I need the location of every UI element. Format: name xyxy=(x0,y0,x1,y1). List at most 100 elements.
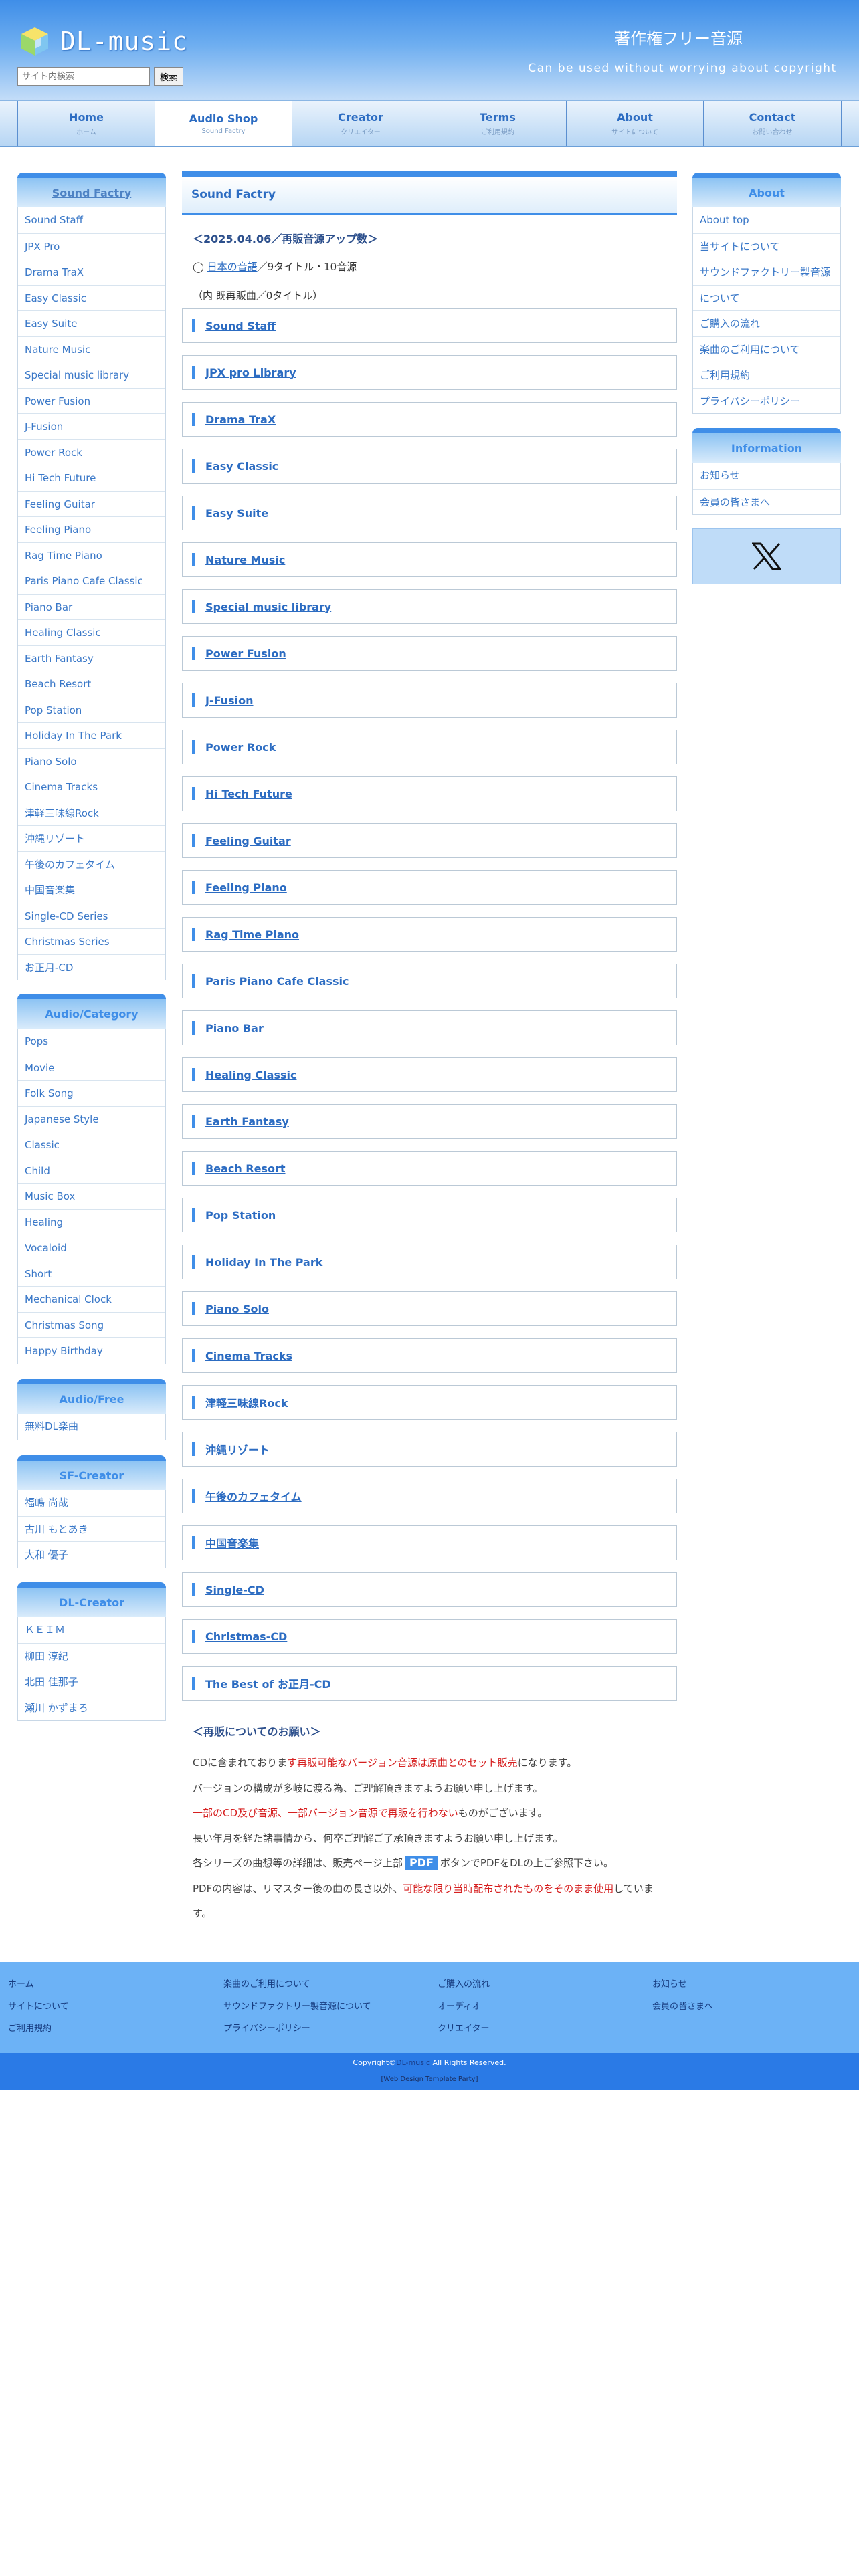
nav-audio-shop[interactable]: Audio Shop Sound Factry xyxy=(155,101,292,146)
category-link-christmas-cd[interactable]: Christmas-CD xyxy=(205,1630,287,1643)
sidebar-item-earth-fantasy[interactable]: Earth Fantasy xyxy=(18,645,165,671)
sidebar-item-christmas-series[interactable]: Christmas Series xyxy=(18,928,165,954)
footer-link-item-1[interactable]: オーディオ xyxy=(438,1999,490,2012)
sidebar-item-pops[interactable]: Pops xyxy=(18,1029,165,1055)
category-link-pop-station[interactable]: Pop Station xyxy=(205,1209,276,1222)
sidebar-item-item-5[interactable]: 楽曲のご利用について xyxy=(693,336,840,362)
sidebar-item-easy-suite[interactable]: Easy Suite xyxy=(18,310,165,336)
template-credit[interactable]: [Web Design Template Party] xyxy=(0,2076,859,2083)
category-link-hi-tech-future[interactable]: Hi Tech Future xyxy=(205,788,292,800)
sidebar-item-pop-station[interactable]: Pop Station xyxy=(18,696,165,723)
sidebar-item-cinema-tracks[interactable]: Cinema Tracks xyxy=(18,774,165,800)
sidebar-item-item-2[interactable]: サウンドファクトリー製音源 xyxy=(693,259,840,285)
sidebar-item-feeling-guitar[interactable]: Feeling Guitar xyxy=(18,490,165,517)
sidebar-item-item-3[interactable]: 瀬川 かずまろ xyxy=(18,1694,165,1721)
sidebar-item-item-1[interactable]: 柳田 淳紀 xyxy=(18,1642,165,1669)
sidebar-item-vocaloid[interactable]: Vocaloid xyxy=(18,1235,165,1261)
sidebar-item-about-top[interactable]: About top xyxy=(693,207,840,233)
category-link-power-rock[interactable]: Power Rock xyxy=(205,741,276,754)
category-link-feeling-guitar[interactable]: Feeling Guitar xyxy=(205,835,291,847)
footer-link-item-2[interactable]: ご利用規約 xyxy=(8,2021,69,2034)
category-link-jpx-pro-library[interactable]: JPX pro Library xyxy=(205,366,296,379)
category-link-single-cd[interactable]: Single-CD xyxy=(205,1584,264,1596)
category-link-sound-staff[interactable]: Sound Staff xyxy=(205,320,276,332)
sidebar-item-power-fusion[interactable]: Power Fusion xyxy=(18,387,165,414)
category-link-special-music-library[interactable]: Special music library xyxy=(205,601,331,613)
category-link-paris-piano-cafe-classic[interactable]: Paris Piano Cafe Classic xyxy=(205,975,349,988)
category-link-cinema-tracks[interactable]: Cinema Tracks xyxy=(205,1350,292,1362)
sidebar-item-item-7[interactable]: プライバシーポリシー xyxy=(693,387,840,414)
sidebar-item-jpx-pro[interactable]: JPX Pro xyxy=(18,233,165,259)
category-link-the-best-of-cd[interactable]: The Best of お正月-CD xyxy=(205,1675,331,1691)
footer-link-item-2[interactable]: クリエイター xyxy=(438,2021,490,2034)
news-link[interactable]: 日本の音語 xyxy=(207,261,258,273)
sidebar-item-rock[interactable]: 津軽三味線Rock xyxy=(18,799,165,826)
sidebar-item-healing-classic[interactable]: Healing Classic xyxy=(18,619,165,645)
category-link-24[interactable]: 沖縄リゾート xyxy=(205,1441,270,1457)
category-link-rock[interactable]: 津軽三味線Rock xyxy=(205,1394,288,1410)
sidebar-item-easy-classic[interactable]: Easy Classic xyxy=(18,284,165,311)
sidebar-item-movie[interactable]: Movie xyxy=(18,1054,165,1081)
sidebar-item-item-3[interactable]: について xyxy=(693,284,840,311)
sidebar-item-item-1[interactable]: 当サイトについて xyxy=(693,233,840,259)
copyright-brand-link[interactable]: DL-music xyxy=(396,2058,430,2067)
sidebar-item-item-0[interactable]: 福嶋 尚哉 xyxy=(18,1490,165,1516)
footer-link-item-0[interactable]: ホーム xyxy=(8,1977,69,1990)
category-link-easy-suite[interactable]: Easy Suite xyxy=(205,507,268,520)
sidebar-item-item-4[interactable]: ご購入の流れ xyxy=(693,310,840,336)
category-link-power-fusion[interactable]: Power Fusion xyxy=(205,647,286,660)
sidebar-item-special-music-library[interactable]: Special music library xyxy=(18,362,165,388)
category-link-easy-classic[interactable]: Easy Classic xyxy=(205,460,278,473)
footer-link-item-0[interactable]: 楽曲のご利用について xyxy=(223,1977,371,1990)
sidebar-item-item-2[interactable]: 大和 優子 xyxy=(18,1541,165,1568)
sidebar-item-nature-music[interactable]: Nature Music xyxy=(18,336,165,362)
category-link-piano-solo[interactable]: Piano Solo xyxy=(205,1303,269,1315)
footer-link-item-0[interactable]: お知らせ xyxy=(652,1977,713,1990)
sidebar-item-happy-birthday[interactable]: Happy Birthday xyxy=(18,1337,165,1364)
sidebar-item-paris-piano-cafe-classic[interactable]: Paris Piano Cafe Classic xyxy=(18,568,165,594)
sidebar-item-item-0[interactable]: ＫＥＩＭ xyxy=(18,1617,165,1643)
category-link-j-fusion[interactable]: J-Fusion xyxy=(205,694,254,707)
footer-link-item-1[interactable]: サイトについて xyxy=(8,1999,69,2012)
sidebar-item-item-1[interactable]: 古川 もとあき xyxy=(18,1515,165,1542)
category-link-healing-classic[interactable]: Healing Classic xyxy=(205,1069,296,1081)
sidebar-item-mechanical-clock[interactable]: Mechanical Clock xyxy=(18,1286,165,1312)
footer-link-item-0[interactable]: ご購入の流れ xyxy=(438,1977,490,1990)
sidebar-item-classic[interactable]: Classic xyxy=(18,1132,165,1158)
category-link-feeling-piano[interactable]: Feeling Piano xyxy=(205,881,287,894)
nav-contact[interactable]: Contact お問い合わせ xyxy=(703,101,842,146)
category-link-earth-fantasy[interactable]: Earth Fantasy xyxy=(205,1115,289,1128)
category-link-holiday-in-the-park[interactable]: Holiday In The Park xyxy=(205,1256,322,1269)
sidebar-item-rag-time-piano[interactable]: Rag Time Piano xyxy=(18,542,165,568)
nav-home[interactable]: Home ホーム xyxy=(17,101,155,146)
search-button[interactable]: 検索 xyxy=(154,67,184,86)
sidebar-item-music-box[interactable]: Music Box xyxy=(18,1183,165,1209)
sidebar-item-christmas-song[interactable]: Christmas Song xyxy=(18,1311,165,1338)
category-link-25[interactable]: 午後のカフェタイム xyxy=(205,1488,302,1504)
sidebar-item-item-24[interactable]: 沖縄リゾート xyxy=(18,825,165,851)
sidebar-item-beach-resort[interactable]: Beach Resort xyxy=(18,671,165,697)
sidebar-item-japanese-style[interactable]: Japanese Style xyxy=(18,1105,165,1132)
sidebar-item-holiday-in-the-park[interactable]: Holiday In The Park xyxy=(18,722,165,748)
sidebar-item-item-0[interactable]: お知らせ xyxy=(693,463,840,489)
search-input[interactable] xyxy=(17,67,150,86)
sidebar-item-item-6[interactable]: ご利用規約 xyxy=(693,362,840,388)
sidebar-heading-sound-factry[interactable]: Sound Factry xyxy=(17,173,166,207)
sidebar-item-drama-trax[interactable]: Drama TraX xyxy=(18,259,165,285)
sidebar-item-feeling-piano[interactable]: Feeling Piano xyxy=(18,516,165,542)
sidebar-item-item-1[interactable]: 会員の皆さまへ xyxy=(693,488,840,515)
sidebar-item-folk-song[interactable]: Folk Song xyxy=(18,1080,165,1106)
category-link-rag-time-piano[interactable]: Rag Time Piano xyxy=(205,928,299,941)
category-link-26[interactable]: 中国音楽集 xyxy=(205,1535,259,1551)
x-social-link[interactable] xyxy=(692,528,841,584)
category-link-drama-trax[interactable]: Drama TraX xyxy=(205,413,276,426)
sidebar-item-short[interactable]: Short xyxy=(18,1260,165,1287)
sidebar-item-child[interactable]: Child xyxy=(18,1157,165,1184)
sidebar-item-healing[interactable]: Healing xyxy=(18,1208,165,1235)
sidebar-item-piano-bar[interactable]: Piano Bar xyxy=(18,593,165,620)
sidebar-item-cd[interactable]: お正月-CD xyxy=(18,954,165,980)
sidebar-item-j-fusion[interactable]: J-Fusion xyxy=(18,413,165,439)
site-logo[interactable]: DL-music xyxy=(17,23,188,60)
footer-link-item-2[interactable]: プライバシーポリシー xyxy=(223,2021,371,2034)
sidebar-item-dl[interactable]: 無料DL楽曲 xyxy=(18,1414,165,1440)
